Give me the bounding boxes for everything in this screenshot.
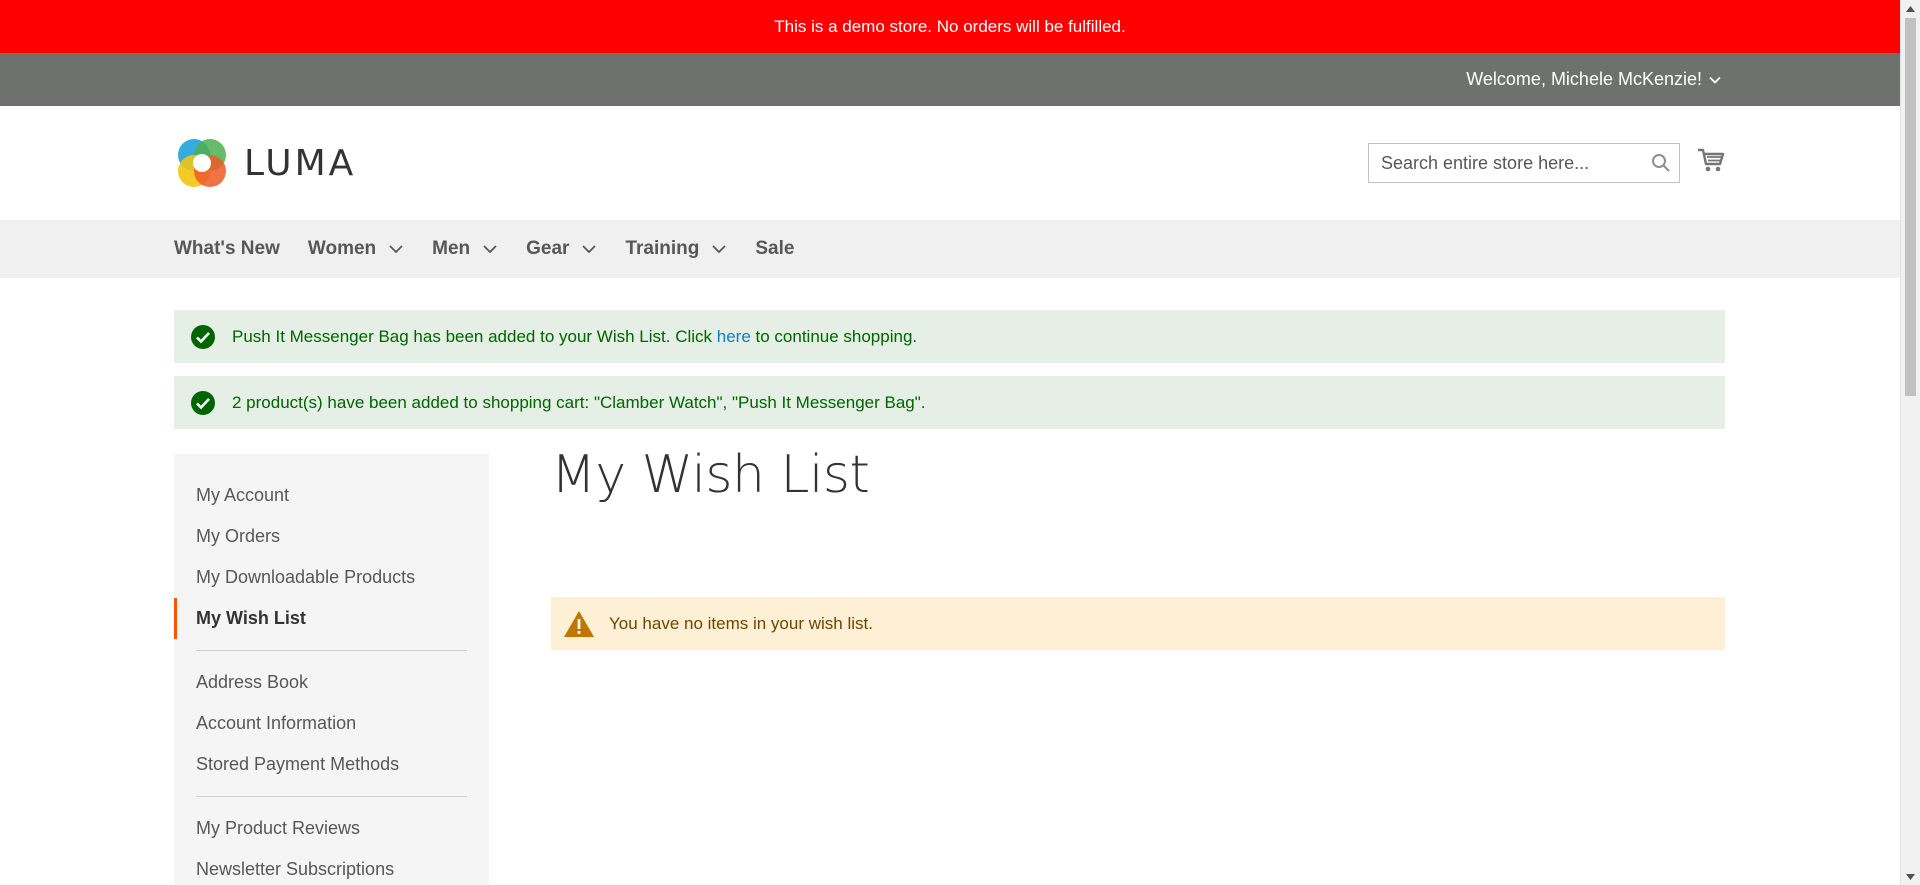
chevron-down-icon [389, 245, 403, 254]
nav-item-label: Sale [755, 238, 795, 259]
wishlist-message-prefix: Push It Messenger Bag has been added to … [232, 326, 717, 346]
sidebar-item-label: My Account [196, 485, 290, 505]
sidebar-item-label: Account Information [196, 713, 357, 733]
sidebar-item-label: Newsletter Subscriptions [196, 859, 395, 879]
empty-wishlist-notice: You have no items in your wish list. [551, 597, 1725, 650]
minicart-button[interactable] [1696, 145, 1726, 175]
warning-icon [564, 610, 594, 637]
sidebar-divider [196, 796, 467, 797]
nav-item-label: Women [307, 238, 377, 259]
logo[interactable]: LUMA [174, 133, 356, 193]
sidebar-item-label: My Downloadable Products [196, 567, 416, 587]
sidebar-item-stored-payment-methods[interactable]: Stored Payment Methods [174, 744, 489, 785]
nav-item-gear[interactable]: Gear [526, 238, 597, 260]
cart-success-message: 2 product(s) have been added to shopping… [174, 376, 1725, 429]
sidebar-item-label: My Wish List [196, 608, 306, 628]
wishlist-success-message: Push It Messenger Bag has been added to … [174, 310, 1725, 363]
scroll-up-button[interactable] [1901, 0, 1920, 17]
nav-item-what-s-new[interactable]: What's New [174, 238, 280, 260]
nav-item-label: Gear [526, 238, 570, 259]
chevron-down-icon [1709, 76, 1721, 84]
sidebar-item-label: Stored Payment Methods [196, 754, 400, 774]
account-sidebar: My Account My Orders My Downloadable Produ… [174, 454, 489, 885]
page: This is a demo store. No orders will be … [0, 0, 1900, 885]
nav-item-label: Training [625, 238, 700, 259]
success-check-icon [191, 390, 215, 415]
sidebar-item-account-information[interactable]: Account Information [174, 703, 489, 744]
sidebar-item-label: My Orders [196, 526, 281, 546]
continue-shopping-link[interactable]: here [717, 327, 751, 346]
luma-logo-icon [178, 139, 226, 187]
scroll-down-button[interactable] [1901, 868, 1920, 885]
sidebar-item-my-downloadable-products[interactable]: My Downloadable Products [174, 557, 489, 598]
nav-item-label: Men [432, 238, 471, 259]
cart-icon [1698, 148, 1725, 172]
demo-notice-bar: This is a demo store. No orders will be … [0, 0, 1900, 53]
nav-item-men[interactable]: Men [432, 238, 498, 260]
site-header: LUMA [0, 106, 1900, 220]
chevron-down-icon [712, 245, 726, 254]
search-input[interactable] [1369, 145, 1643, 181]
search-box [1368, 143, 1680, 183]
chevron-down-icon [582, 245, 597, 254]
cart-message-text: 2 product(s) have been added to shopping… [232, 392, 926, 412]
sidebar-item-label: Address Book [196, 672, 309, 692]
vertical-scrollbar[interactable] [1900, 0, 1920, 885]
logo-text: LUMA [244, 142, 357, 184]
sidebar-item-address-book[interactable]: Address Book [174, 662, 489, 703]
search-button[interactable] [1643, 145, 1679, 181]
sidebar-item-label: My Product Reviews [196, 818, 361, 838]
nav-item-sale[interactable]: Sale [755, 238, 794, 260]
chevron-down-icon [483, 245, 497, 254]
sidebar-item-my-product-reviews[interactable]: My Product Reviews [174, 808, 489, 849]
search-icon [1652, 154, 1670, 172]
nav-item-women[interactable]: Women [308, 238, 404, 260]
arrow-up-icon [1906, 5, 1915, 12]
demo-notice-text: This is a demo store. No orders will be … [774, 16, 1126, 36]
wishlist-message-suffix: to continue shopping. [750, 326, 918, 346]
empty-wishlist-text: You have no items in your wish list. [609, 613, 873, 633]
messages: Push It Messenger Bag has been added to … [174, 310, 1725, 442]
sidebar-item-my-account[interactable]: My Account [174, 475, 489, 516]
welcome-text: Welcome, Michele McKenzie! [1466, 69, 1702, 89]
sidebar-item-newsletter-subscriptions[interactable]: Newsletter Subscriptions [174, 849, 489, 885]
panel-header: Welcome, Michele McKenzie! [0, 53, 1900, 106]
main-navigation: What's New Women Men Gear Training Sale [0, 220, 1900, 278]
sidebar-item-my-wish-list[interactable]: My Wish List [174, 598, 489, 639]
arrow-down-icon [1906, 873, 1915, 880]
page-title: My Wish List [551, 445, 870, 505]
nav-item-label: What's New [174, 238, 280, 259]
success-check-icon [191, 324, 215, 349]
scrollbar-thumb[interactable] [1905, 18, 1916, 396]
nav-item-training[interactable]: Training [625, 238, 727, 260]
sidebar-item-my-orders[interactable]: My Orders [174, 516, 489, 557]
customer-menu-toggle[interactable]: Welcome, Michele McKenzie! [1466, 53, 1722, 106]
sidebar-divider [196, 650, 467, 651]
wishlist-message-text: Push It Messenger Bag has been added to … [232, 327, 917, 347]
